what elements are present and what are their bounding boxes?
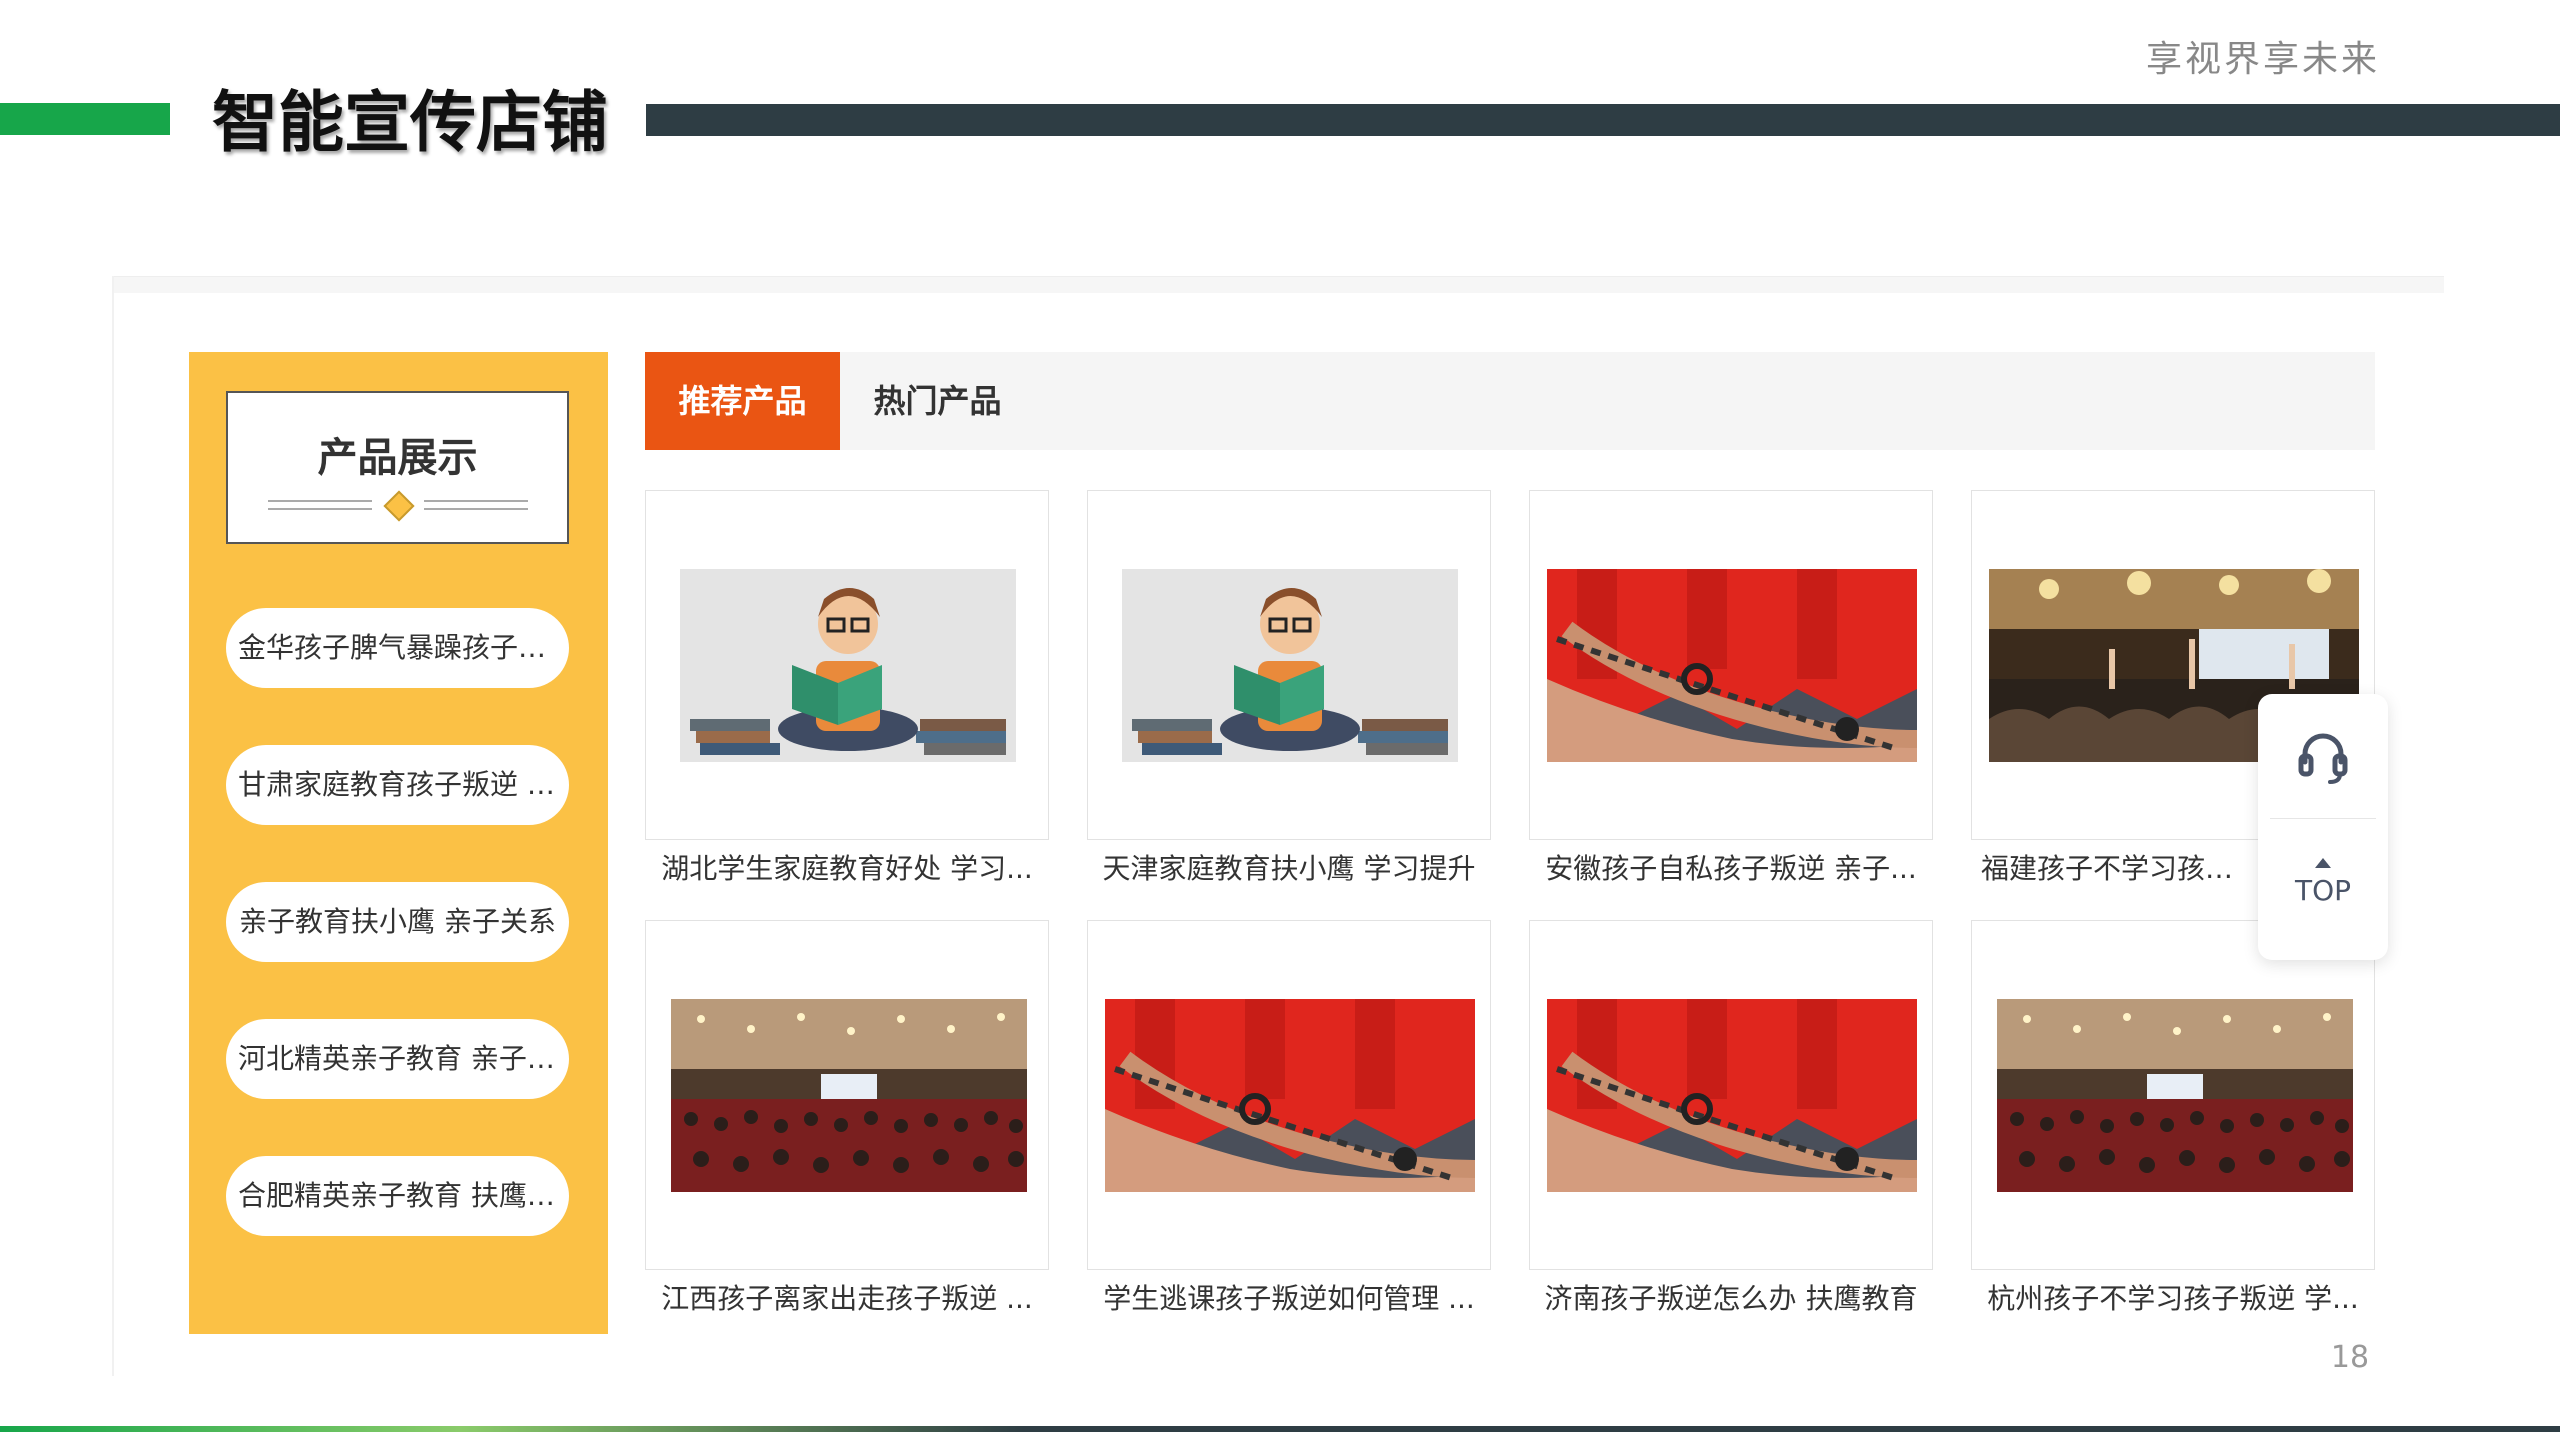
ornament-line-left bbox=[268, 500, 372, 510]
customer-service-button[interactable] bbox=[2258, 694, 2388, 818]
title-rule-bar bbox=[646, 104, 2560, 136]
product-title[interactable]: 杭州孩子不学习孩子叛逆 学... bbox=[1971, 1274, 2375, 1324]
store-frame-top bbox=[112, 276, 2444, 293]
arrow-up-icon bbox=[2315, 858, 2331, 868]
toolbar-divider bbox=[2270, 818, 2376, 819]
diamond-icon bbox=[383, 490, 415, 522]
product-title[interactable]: 天津家庭教育扶小鹰 学习提升 bbox=[1087, 844, 1491, 894]
product-title[interactable]: 福建孩子不学习孩子叛逆 bbox=[1971, 844, 2261, 894]
tab-recommended[interactable]: 推荐产品 bbox=[645, 352, 840, 450]
title-ornament bbox=[268, 490, 528, 522]
store-frame-left bbox=[112, 276, 114, 1376]
sidebar-item[interactable]: 金华孩子脾气暴躁孩子叛... bbox=[226, 608, 569, 688]
product-image bbox=[680, 569, 1016, 762]
product-card[interactable] bbox=[1529, 920, 1933, 1270]
product-tabs: 推荐产品 热门产品 bbox=[645, 352, 2375, 450]
tab-popular[interactable]: 热门产品 bbox=[840, 352, 1035, 450]
sidebar-item[interactable]: 河北精英亲子教育 亲子关系 bbox=[226, 1019, 569, 1099]
product-title[interactable]: 湖北学生家庭教育好处 学习... bbox=[645, 844, 1049, 894]
product-title[interactable]: 安徽孩子自私孩子叛逆 亲子... bbox=[1529, 844, 1933, 894]
sidebar-header: 产品展示 bbox=[226, 391, 569, 544]
product-card[interactable] bbox=[1087, 490, 1491, 840]
product-image bbox=[1547, 999, 1917, 1192]
product-image bbox=[1547, 569, 1917, 762]
product-image bbox=[671, 999, 1027, 1192]
product-title[interactable]: 学生逃课孩子叛逆如何管理 ... bbox=[1087, 1274, 1491, 1324]
product-card[interactable] bbox=[1971, 920, 2375, 1270]
sidebar-title: 产品展示 bbox=[317, 435, 478, 481]
slide-title: 智能宣传店铺 bbox=[212, 84, 608, 161]
sidebar-item[interactable]: 亲子教育扶小鹰 亲子关系 bbox=[226, 882, 569, 962]
product-card[interactable] bbox=[645, 490, 1049, 840]
product-title[interactable]: 江西孩子离家出走孩子叛逆 ... bbox=[645, 1274, 1049, 1324]
headset-icon bbox=[2298, 733, 2348, 784]
page-number: 18 bbox=[2330, 1340, 2370, 1375]
back-to-top-button[interactable]: TOP bbox=[2258, 824, 2388, 954]
footer-rule bbox=[0, 1426, 2560, 1432]
product-card[interactable] bbox=[1087, 920, 1491, 1270]
title-accent-bar bbox=[0, 103, 170, 135]
product-card[interactable] bbox=[1529, 490, 1933, 840]
product-title[interactable]: 济南孩子叛逆怎么办 扶鹰教育 bbox=[1529, 1274, 1933, 1324]
product-image bbox=[1997, 999, 2353, 1192]
ornament-line-right bbox=[424, 500, 528, 510]
product-sidebar: 产品展示 金华孩子脾气暴躁孩子叛... 甘肃家庭教育孩子叛逆 学... 亲子教育… bbox=[189, 352, 608, 1334]
slide-slogan: 享视界享未来 bbox=[2145, 39, 2380, 80]
product-card[interactable] bbox=[645, 920, 1049, 1270]
sidebar-item[interactable]: 合肥精英亲子教育 扶鹰教育 bbox=[226, 1156, 569, 1236]
back-to-top-label: TOP bbox=[2294, 874, 2352, 907]
product-image bbox=[1105, 999, 1475, 1192]
floating-toolbar: TOP bbox=[2258, 694, 2388, 960]
sidebar-item[interactable]: 甘肃家庭教育孩子叛逆 学... bbox=[226, 745, 569, 825]
product-image bbox=[1122, 569, 1458, 762]
